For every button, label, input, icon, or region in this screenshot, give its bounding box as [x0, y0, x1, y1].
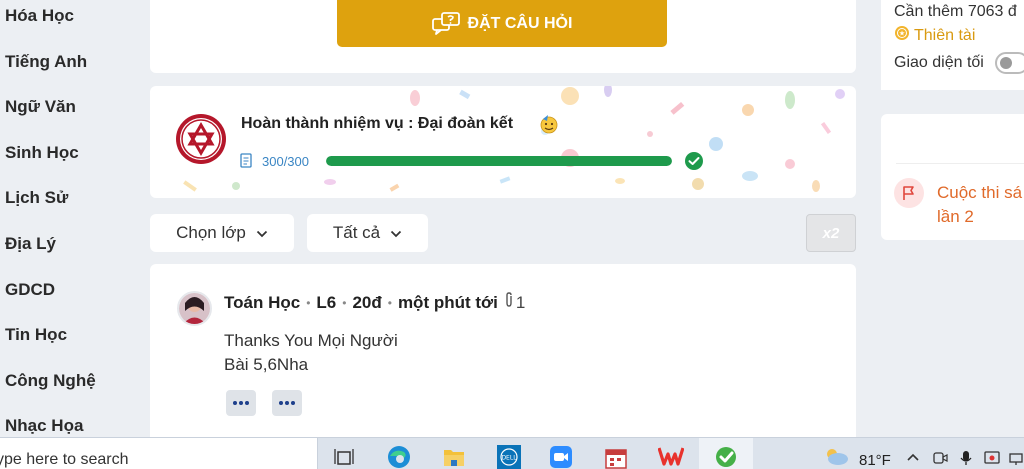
mission-progress-fill — [326, 156, 672, 166]
user-stats-panel: Cần thêm 7063 đ ★ Thiên tài Giao diện tố… — [881, 0, 1024, 90]
post-grade: L6 — [316, 292, 337, 312]
microphone-icon[interactable] — [958, 450, 974, 466]
ask-question-button[interactable]: ĐẶT CÂU HỎI — [337, 0, 667, 47]
svg-text:DELL: DELL — [501, 455, 517, 462]
edge-icon[interactable] — [387, 444, 411, 468]
wps-office-icon[interactable] — [657, 444, 685, 468]
sidebar-item-tin-hoc[interactable]: Tin Học — [5, 325, 67, 345]
mission-progress-bar — [326, 156, 672, 166]
calendar-app-icon[interactable] — [603, 444, 627, 469]
confetti-decoration — [183, 86, 845, 192]
sidebar-item-cong-nghe[interactable]: Công Nghệ — [5, 371, 96, 391]
mission-progress-text: 300/300 — [262, 154, 309, 169]
post-meta: Toán Học • L6 • 20đ • một phút tới 1 — [224, 292, 525, 313]
contest-card: Cuộc thi sá lần 2 — [881, 114, 1024, 240]
class-dropdown-label: Chọn lớp — [176, 223, 246, 242]
sidebar-item-ngu-van[interactable]: Ngữ Văn — [5, 97, 76, 117]
post-subject[interactable]: Toán Học — [224, 293, 300, 313]
divider — [896, 163, 1024, 164]
sidebar-item-tieng-anh[interactable]: Tiếng Anh — [5, 52, 87, 72]
sidebar-item-gdcd[interactable]: GDCD — [5, 280, 55, 300]
flag-icon — [894, 178, 924, 208]
check-circle-icon — [684, 151, 704, 171]
subject-sidebar: Hóa Học Tiếng Anh Ngữ Văn Sinh Học Lịch … — [0, 0, 140, 437]
taskbar-search-input[interactable]: ype here to search — [0, 438, 318, 469]
mission-card: Hoàn thành nhiệm vụ : Đại đoàn kết 300/3… — [150, 86, 856, 198]
attachment-thumbnail[interactable] — [226, 390, 256, 416]
network-icon[interactable] — [1008, 450, 1024, 466]
dark-mode-label: Giao diện tối — [894, 54, 984, 71]
filter-all-label: Tất cả — [332, 223, 381, 242]
medal-icon: ★ — [894, 25, 910, 46]
post-points: 20đ — [352, 292, 382, 312]
chevron-up-icon[interactable] — [905, 450, 921, 466]
star-of-david-badge-icon — [174, 112, 228, 166]
post-body-line-2: Bài 5,6Nha — [224, 355, 309, 374]
dark-mode-toggle[interactable] — [995, 52, 1024, 74]
post-body-line-1: Thanks You Mọi Người — [224, 331, 398, 350]
chevron-down-icon — [256, 223, 268, 243]
question-post-card[interactable]: Toán Học • L6 • 20đ • một phút tới 1 Tha… — [150, 264, 856, 437]
zoom-icon[interactable] — [549, 444, 573, 468]
green-app-icon[interactable] — [714, 444, 738, 468]
windows-taskbar: ype here to search DELL 81°F — [0, 437, 1024, 469]
ask-question-card: ĐẶT CÂU HỎI — [150, 0, 856, 73]
sidebar-item-hoa-hoc[interactable]: Hóa Học — [5, 6, 74, 26]
ask-question-label: ĐẶT CÂU HỎI — [467, 14, 573, 32]
document-icon — [240, 153, 254, 169]
post-time: một phút tới — [397, 292, 498, 312]
avatar[interactable] — [177, 291, 212, 326]
paperclip-icon — [504, 292, 514, 313]
contest-line-1: Cuộc thi sá — [937, 183, 1023, 202]
sidebar-item-nhac-hoa[interactable]: Nhạc Họa — [5, 416, 83, 436]
contest-line-2: lần 2 — [937, 207, 974, 226]
chevron-down-icon — [390, 223, 402, 243]
sidebar-item-dia-ly[interactable]: Địa Lý — [5, 234, 56, 254]
screen-capture-icon[interactable] — [984, 450, 1000, 466]
class-dropdown[interactable]: Chọn lớp — [150, 214, 294, 252]
sidebar-item-sinh-hoc[interactable]: Sinh Học — [5, 143, 79, 163]
meta-separator: • — [342, 295, 347, 310]
sidebar-item-lich-su[interactable]: Lịch Sử — [5, 188, 68, 208]
party-face-icon — [539, 114, 559, 134]
x2-button[interactable]: x2 — [806, 214, 856, 252]
question-chat-icon — [431, 11, 460, 36]
filter-all-dropdown[interactable]: Tất cả — [307, 214, 428, 252]
dell-icon[interactable]: DELL — [496, 444, 521, 469]
weather-temperature[interactable]: 81°F — [859, 452, 891, 469]
weather-cloud-icon[interactable] — [824, 446, 848, 469]
attachment-count: 1 — [515, 292, 526, 312]
file-explorer-icon[interactable] — [442, 444, 466, 468]
attachment-thumbnail[interactable] — [272, 390, 302, 416]
meet-now-icon[interactable] — [932, 450, 948, 466]
contest-link[interactable]: Cuộc thi sá lần 2 — [937, 181, 1022, 229]
meta-separator: • — [306, 295, 311, 310]
task-view-icon[interactable] — [332, 444, 356, 468]
svg-text:★: ★ — [899, 30, 905, 38]
search-placeholder: ype here to search — [0, 451, 129, 468]
points-needed-text: Cần thêm 7063 đ — [894, 3, 1017, 20]
meta-separator: • — [387, 295, 392, 310]
rank-name: Thiên tài — [914, 26, 976, 44]
rank-label: ★ Thiên tài — [894, 25, 975, 46]
mission-title: Hoàn thành nhiệm vụ : Đại đoàn kết — [241, 115, 514, 132]
